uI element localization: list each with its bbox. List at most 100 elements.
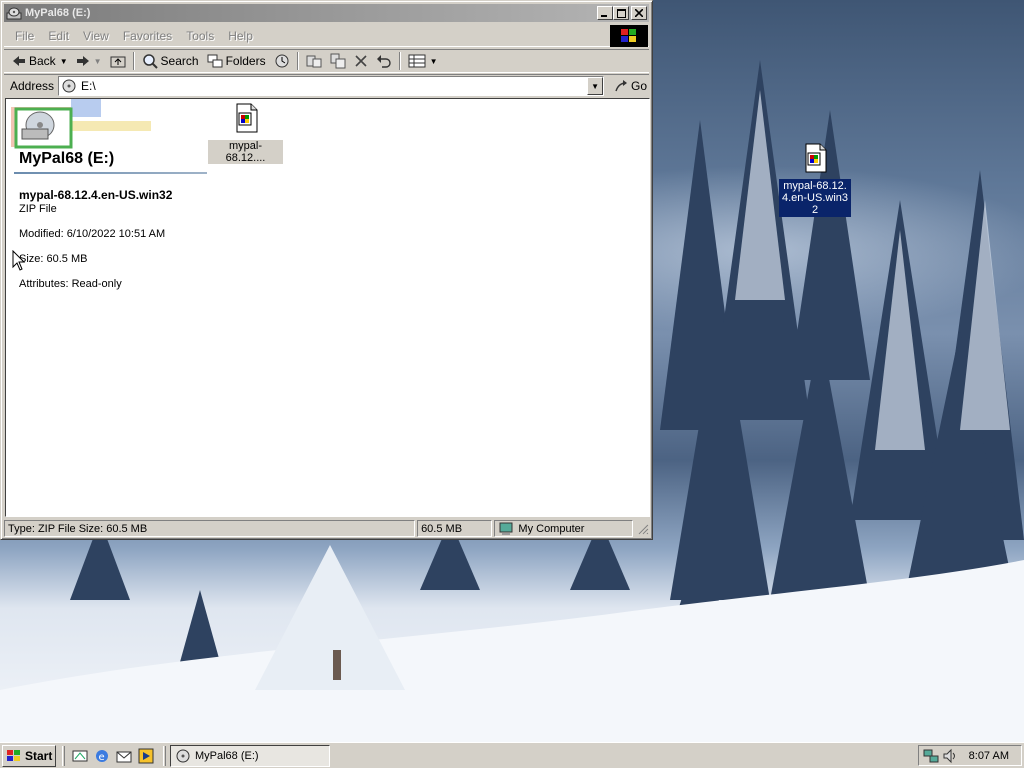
close-icon bbox=[635, 9, 643, 17]
selected-file-attributes: Attributes: Read-only bbox=[19, 278, 122, 290]
address-bar: Address E:\ ▼ Go bbox=[4, 74, 649, 97]
task-area-grip[interactable] bbox=[163, 745, 166, 766]
address-label: Address bbox=[10, 79, 55, 93]
delete-icon bbox=[355, 55, 367, 67]
drive-title: MyPal68 (E:) bbox=[19, 150, 115, 167]
system-tray: 8:07 AM bbox=[918, 745, 1022, 766]
selected-file-size: Size: 60.5 MB bbox=[19, 253, 88, 265]
resize-grip-icon[interactable] bbox=[637, 523, 649, 535]
window-title: MyPal68 (E:) bbox=[25, 7, 91, 19]
internet-explorer-icon[interactable]: e bbox=[94, 748, 110, 764]
zip-file-label: mypal-68.12.... bbox=[208, 140, 283, 164]
address-input[interactable]: E:\ ▼ bbox=[58, 76, 605, 96]
toolbar-separator bbox=[398, 52, 401, 70]
title-bar[interactable]: MyPal68 (E:) bbox=[4, 4, 649, 22]
history-button[interactable] bbox=[270, 50, 294, 72]
selected-file-name: mypal-68.12.4.en-US.win32 bbox=[19, 188, 173, 202]
status-text: Type: ZIP File Size: 60.5 MB bbox=[4, 520, 416, 537]
views-button[interactable]: ▼ bbox=[404, 50, 442, 72]
menu-bar: File Edit View Favorites Tools Help bbox=[4, 25, 649, 47]
back-button[interactable]: Back ▼ bbox=[8, 50, 72, 72]
outlook-express-icon[interactable] bbox=[116, 748, 132, 764]
forward-dropdown-icon[interactable]: ▼ bbox=[94, 57, 102, 66]
status-zone-label: My Computer bbox=[518, 522, 585, 535]
zip-file-icon bbox=[236, 103, 257, 133]
menu-file[interactable]: File bbox=[8, 29, 41, 43]
standard-toolbar: Back ▼ ▼ Search Folders ▼ bbox=[4, 49, 649, 73]
title-divider bbox=[14, 172, 207, 174]
back-dropdown-icon[interactable]: ▼ bbox=[60, 57, 68, 66]
taskbar-button-mypal68[interactable]: MyPal68 (E:) bbox=[170, 744, 330, 767]
move-to-icon bbox=[306, 55, 322, 68]
menu-help[interactable]: Help bbox=[221, 29, 260, 43]
menu-edit[interactable]: Edit bbox=[41, 29, 76, 43]
undo-button[interactable] bbox=[372, 50, 396, 72]
maximize-button[interactable] bbox=[613, 6, 629, 20]
minimize-button[interactable] bbox=[597, 6, 613, 20]
go-button[interactable]: Go bbox=[614, 79, 647, 93]
start-button[interactable]: Start bbox=[2, 744, 56, 767]
search-button[interactable]: Search bbox=[138, 50, 203, 72]
toolbar-separator bbox=[132, 52, 135, 70]
menu-view[interactable]: View bbox=[76, 29, 116, 43]
cd-drive-icon bbox=[176, 749, 190, 762]
zip-file-icon bbox=[805, 143, 827, 173]
address-value: E:\ bbox=[81, 79, 96, 93]
close-button[interactable] bbox=[631, 6, 647, 20]
back-label: Back bbox=[29, 54, 56, 68]
forward-arrow-icon bbox=[76, 56, 89, 66]
toolbar-separator bbox=[296, 52, 299, 70]
desktop-zip-file[interactable]: mypal-68.12.4.en-US.win32 bbox=[776, 142, 854, 217]
mouse-cursor-icon bbox=[12, 250, 26, 271]
selected-file-modified: Modified: 6/10/2022 10:51 AM bbox=[19, 228, 166, 240]
status-bar: Type: ZIP File Size: 60.5 MB 60.5 MB My … bbox=[4, 519, 649, 538]
windows-logo-icon bbox=[621, 29, 636, 42]
my-computer-icon bbox=[499, 522, 513, 535]
folders-icon bbox=[207, 54, 223, 68]
back-arrow-icon bbox=[13, 56, 25, 66]
views-icon bbox=[408, 54, 426, 68]
volume-icon[interactable] bbox=[942, 748, 958, 764]
copy-to-icon bbox=[330, 53, 346, 69]
taskbar-button-label: MyPal68 (E:) bbox=[195, 749, 259, 762]
quick-launch-grip[interactable] bbox=[62, 745, 65, 766]
quick-launch: e bbox=[69, 748, 157, 764]
address-dropdown-button[interactable]: ▼ bbox=[587, 77, 604, 95]
minimize-icon bbox=[601, 15, 607, 17]
cd-drive-icon bbox=[62, 79, 76, 93]
folders-button[interactable]: Folders bbox=[203, 50, 270, 72]
menu-favorites[interactable]: Favorites bbox=[116, 29, 179, 43]
copy-to-button[interactable] bbox=[326, 50, 350, 72]
web-view-info-panel: MyPal68 (E:) mypal-68.12.4.en-US.win32 Z… bbox=[6, 99, 211, 399]
zip-file-item[interactable]: mypal-68.12.... bbox=[208, 102, 283, 164]
folders-label: Folders bbox=[225, 54, 266, 68]
maximize-icon bbox=[616, 8, 626, 18]
delete-button[interactable] bbox=[350, 50, 372, 72]
forward-button[interactable]: ▼ bbox=[72, 50, 106, 72]
drive-banner-graphic bbox=[11, 99, 151, 149]
windows-logo-throbber bbox=[610, 25, 648, 47]
up-folder-button[interactable] bbox=[106, 50, 130, 72]
search-icon bbox=[142, 54, 158, 69]
network-icon[interactable] bbox=[923, 748, 939, 764]
windows-logo-icon bbox=[7, 749, 20, 761]
status-size: 60.5 MB bbox=[417, 520, 493, 537]
svg-text:e: e bbox=[99, 752, 105, 763]
selected-file-type: ZIP File bbox=[19, 203, 57, 215]
go-arrow-icon bbox=[615, 80, 628, 92]
up-folder-icon bbox=[110, 56, 126, 68]
explorer-window: MyPal68 (E:) File Edit View Favorites To… bbox=[0, 0, 653, 540]
move-to-button[interactable] bbox=[302, 50, 326, 72]
start-label: Start bbox=[25, 748, 53, 763]
history-icon bbox=[275, 54, 289, 68]
desktop-icon-label: mypal-68.12.4.en-US.win32 bbox=[779, 179, 851, 217]
search-label: Search bbox=[160, 54, 199, 68]
clock[interactable]: 8:07 AM bbox=[969, 750, 1009, 762]
show-desktop-icon[interactable] bbox=[72, 748, 88, 764]
views-dropdown-icon[interactable]: ▼ bbox=[430, 57, 438, 66]
media-player-icon[interactable] bbox=[138, 748, 154, 764]
taskbar: Start e MyPal68 (E:) 8:07 AM bbox=[0, 742, 1024, 768]
menu-tools[interactable]: Tools bbox=[179, 29, 221, 43]
undo-icon bbox=[376, 55, 391, 68]
folder-view[interactable]: MyPal68 (E:) mypal-68.12.4.en-US.win32 Z… bbox=[5, 98, 650, 517]
